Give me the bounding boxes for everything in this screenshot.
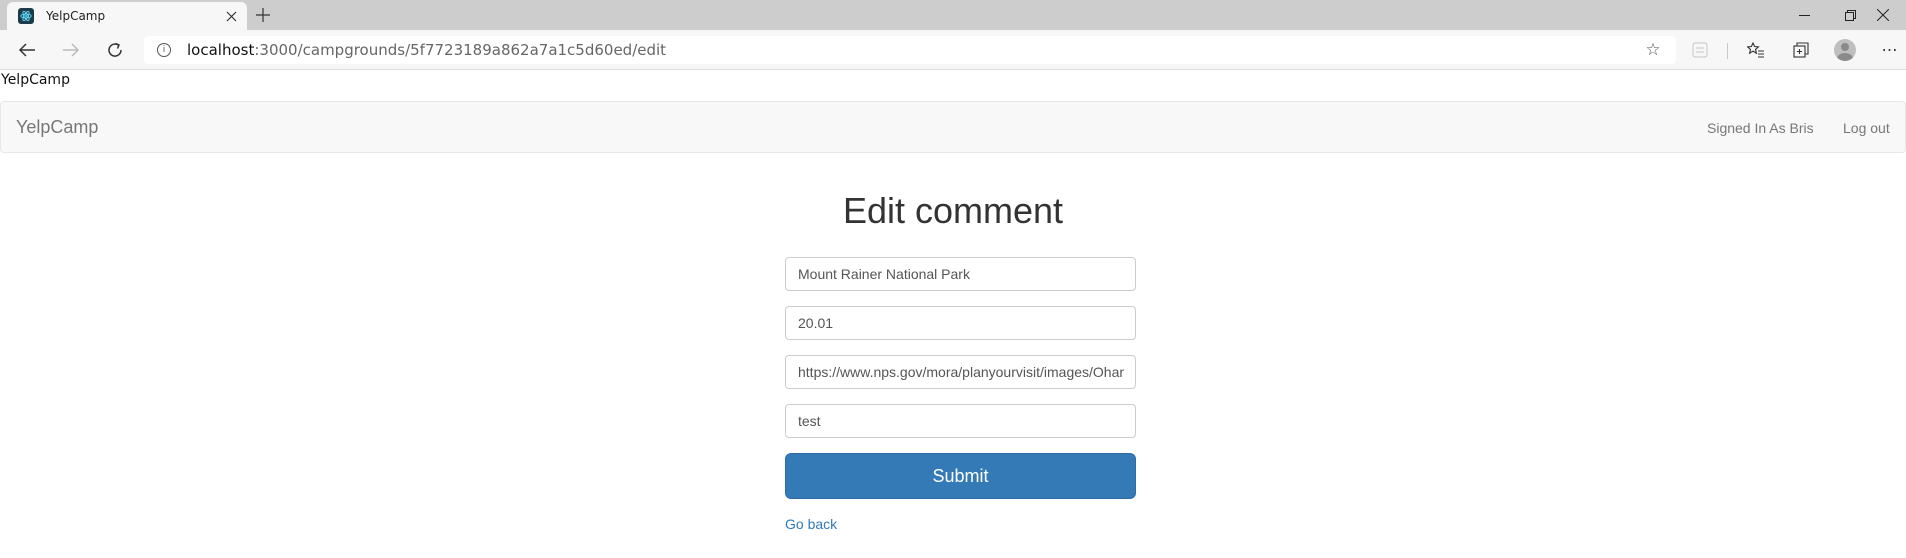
site-navbar: YelpCamp Signed In As Bris Log out — [0, 101, 1906, 153]
url-text[interactable]: localhost:3000/campgrounds/5f7723189a862… — [187, 41, 1644, 59]
navbar-brand[interactable]: YelpCamp — [16, 117, 98, 138]
page-title-text: YelpCamp — [1, 72, 70, 88]
react-favicon-icon — [18, 8, 34, 24]
price-input[interactable]: 20.01 — [785, 306, 1136, 340]
address-bar[interactable]: i localhost:3000/campgrounds/5f7723189a8… — [144, 36, 1676, 64]
minimize-icon[interactable] — [1781, 0, 1827, 30]
submit-button[interactable]: Submit — [785, 453, 1136, 499]
tab-title: YelpCamp — [46, 9, 106, 23]
browser-tab[interactable]: YelpCamp — [7, 2, 247, 30]
more-menu-icon[interactable]: ⋯ — [1880, 40, 1900, 60]
url-host: localhost — [187, 41, 255, 59]
logout-link[interactable]: Log out — [1843, 120, 1890, 136]
go-back-link[interactable]: Go back — [785, 516, 837, 532]
forward-arrow-icon[interactable] — [57, 36, 85, 64]
site-info-icon[interactable]: i — [157, 43, 171, 57]
name-input[interactable]: Mount Rainer National Park — [785, 257, 1136, 291]
image-url-input[interactable]: https://www.nps.gov/mora/planyourvisit/i… — [785, 355, 1136, 389]
new-tab-button[interactable] — [252, 4, 274, 26]
toolbar-divider — [1727, 43, 1728, 59]
url-path: :3000/campgrounds/5f7723189a862a7a1c5d60… — [254, 41, 667, 59]
browser-toolbar: i localhost:3000/campgrounds/5f7723189a8… — [0, 30, 1906, 70]
browser-tab-strip: YelpCamp — [0, 0, 1906, 30]
signed-in-link[interactable]: Signed In As Bris — [1707, 120, 1814, 136]
profile-avatar-icon[interactable] — [1834, 39, 1856, 61]
extension-icon[interactable] — [1690, 40, 1710, 60]
collections-icon[interactable] — [1791, 40, 1811, 60]
page-heading: Edit comment — [842, 190, 1064, 231]
favorite-star-icon[interactable]: ☆ — [1644, 40, 1662, 59]
description-input[interactable]: test — [785, 404, 1136, 438]
favorites-icon[interactable] — [1746, 40, 1766, 60]
window-close-icon[interactable] — [1860, 0, 1906, 30]
tab-close-icon[interactable] — [223, 8, 239, 24]
back-arrow-icon[interactable] — [13, 36, 41, 64]
refresh-icon[interactable] — [101, 36, 129, 64]
